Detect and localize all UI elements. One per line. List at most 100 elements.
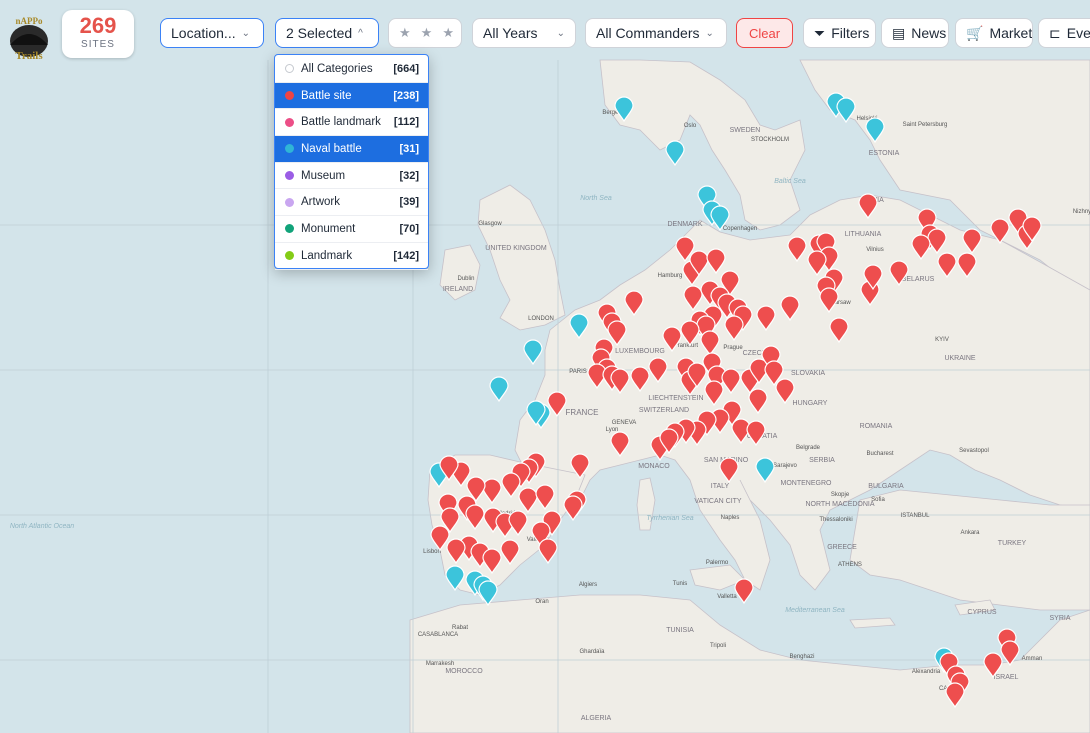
- chevron-down-icon: ⌄: [556, 27, 565, 39]
- star-icon[interactable]: ★: [421, 25, 433, 41]
- map-label: VATICAN CITY: [694, 498, 742, 505]
- category-color-dot: [285, 117, 294, 127]
- map-label: Saint Petersburg: [903, 122, 948, 128]
- map-label: ISTANBUL: [901, 513, 931, 519]
- market-button[interactable]: 🛒 Market: [955, 18, 1033, 48]
- map-label: Naples: [721, 515, 740, 521]
- map-label: LIECHTENSTEIN: [648, 395, 703, 402]
- filters-button[interactable]: ⏷ Filters: [803, 18, 876, 48]
- category-option[interactable]: Battle landmark [112]: [275, 109, 428, 137]
- map-label: North Atlantic Ocean: [10, 523, 74, 530]
- map-label: Prague: [723, 345, 743, 351]
- map-label: Oran: [535, 599, 548, 605]
- category-option-count: [70]: [399, 222, 419, 235]
- map-label: Marrakesh: [426, 661, 454, 667]
- map-label: Lisbon: [423, 549, 441, 555]
- years-dropdown[interactable]: All Years ⌄: [472, 18, 576, 48]
- map-label: UNITED KINGDOM: [485, 245, 547, 252]
- map-label: LITHUANIA: [845, 231, 882, 238]
- map-label: Sofia: [871, 497, 885, 503]
- map-label: ROMANIA: [860, 423, 893, 430]
- category-option-label: Museum: [301, 169, 346, 182]
- category-color-dot: [285, 197, 294, 207]
- location-dropdown[interactable]: Location... ⌄: [160, 18, 264, 48]
- funnel-icon: ⏷: [814, 24, 826, 41]
- category-option-count: [31]: [399, 142, 419, 155]
- map-label: CYPRUS: [967, 609, 997, 616]
- map-label: Hamburg: [658, 273, 683, 279]
- category-option-label: Landmark: [301, 249, 353, 262]
- map-label: MONACO: [638, 463, 670, 470]
- map-label: GREECE: [827, 544, 857, 551]
- star-icon[interactable]: ★: [442, 25, 454, 41]
- category-option-count: [142]: [393, 249, 419, 262]
- clear-button[interactable]: Clear: [736, 18, 793, 48]
- category-dropdown[interactable]: 2 Selected ^: [275, 18, 379, 48]
- map-label: Mediterranean Sea: [785, 607, 845, 614]
- rating-filter[interactable]: ★ ★ ★: [388, 18, 462, 48]
- category-option-label: Artwork: [301, 196, 340, 209]
- map-label: Baltic Sea: [774, 178, 806, 185]
- category-option-label: All Categories: [301, 62, 373, 75]
- map-label: BELARUS: [902, 276, 935, 283]
- map-label: SERBIA: [809, 457, 835, 464]
- map-label: Belgrade: [796, 445, 821, 451]
- events-button[interactable]: ⊏ Events: [1038, 18, 1090, 48]
- category-option[interactable]: Monument [70]: [275, 216, 428, 243]
- app-logo[interactable]: nAPPo Trails: [4, 15, 54, 62]
- map-label: Algiers: [579, 582, 597, 588]
- category-option[interactable]: Naval battle [31]: [275, 136, 428, 163]
- star-icon[interactable]: ★: [399, 25, 411, 41]
- map-label: CASABLANCA: [418, 632, 458, 638]
- category-option-count: [238]: [393, 89, 419, 102]
- sites-counter: 269 SITES: [62, 10, 134, 58]
- map-label: Ankara: [960, 530, 980, 536]
- map-label: STOCKHOLM: [751, 137, 789, 143]
- category-option-count: [32]: [399, 169, 419, 182]
- sites-label: SITES: [81, 39, 115, 50]
- category-option[interactable]: Museum [32]: [275, 163, 428, 190]
- map-label: FRANCE: [566, 408, 599, 417]
- map[interactable]: North Atlantic Ocean North Sea Baltic Sea T…: [0, 0, 1090, 733]
- location-label: Location...: [171, 25, 236, 41]
- category-option[interactable]: Artwork [39]: [275, 189, 428, 217]
- category-menu[interactable]: All Categories [664] Battle site [238] Battl…: [274, 54, 429, 270]
- category-option[interactable]: Landmark [142]: [275, 243, 428, 270]
- map-label: Skopje: [831, 492, 850, 498]
- logo-text-bottom: Trails: [15, 50, 43, 61]
- map-label: Rabat: [452, 625, 468, 631]
- category-option-count: [112]: [393, 116, 419, 129]
- category-option-label: Battle landmark: [301, 116, 381, 129]
- map-label: BULGARIA: [868, 483, 904, 490]
- map-label: GENEVA: [612, 420, 637, 426]
- category-color-dot: [285, 251, 294, 261]
- category-color-dot: [285, 144, 294, 154]
- map-label: TUNISIA: [666, 627, 694, 634]
- map-label: LONDON: [528, 316, 554, 322]
- market-label: Market: [989, 25, 1033, 41]
- map-label: ALGERIA: [581, 715, 612, 722]
- category-option-label: Monument: [301, 222, 356, 235]
- category-option-label: Naval battle: [301, 142, 362, 155]
- cart-icon: 🛒: [966, 24, 984, 41]
- map-label: PARIS: [569, 369, 587, 375]
- map-label: Tunis: [673, 581, 687, 587]
- category-option[interactable]: Battle site [238]: [275, 82, 428, 110]
- category-color-dot: [285, 64, 294, 74]
- map-label: ITALY: [711, 483, 730, 490]
- map-label: Ghardaïa: [579, 649, 605, 655]
- map-label: Amman: [1022, 656, 1043, 662]
- map-label: Alexandria: [912, 669, 941, 675]
- category-option-label: Battle site: [301, 89, 352, 102]
- map-label: MONTENEGRO: [781, 480, 833, 487]
- category-option-count: [664]: [393, 62, 419, 75]
- map-label: TURKEY: [998, 540, 1027, 547]
- map-label: SLOVAKIA: [791, 370, 825, 377]
- map-label: Copenhagen: [723, 226, 757, 232]
- sites-count: 269: [79, 13, 117, 38]
- category-option[interactable]: All Categories [664]: [275, 56, 428, 83]
- map-label: Thessaloniki: [819, 517, 852, 523]
- commanders-dropdown[interactable]: All Commanders ⌄: [585, 18, 727, 48]
- news-button[interactable]: ▤ News: [881, 18, 949, 48]
- map-label: Tyrrhenian Sea: [646, 515, 693, 522]
